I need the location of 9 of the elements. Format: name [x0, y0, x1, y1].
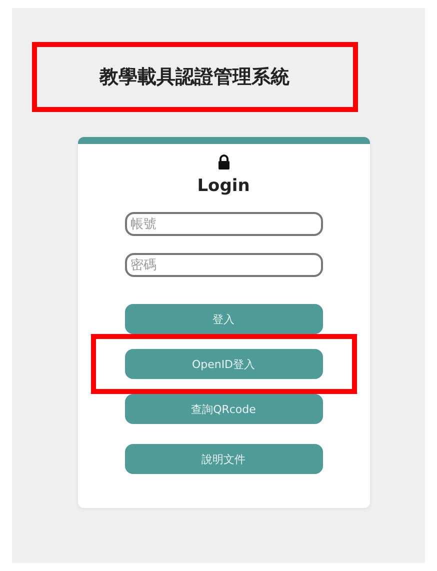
input-field[interactable]: 密碼	[124, 253, 322, 277]
action-button[interactable]: 登入	[124, 304, 322, 334]
lock-icon	[216, 154, 230, 170]
action-button[interactable]: 說明文件	[124, 444, 322, 474]
input-field[interactable]: 帳號	[124, 212, 322, 236]
action-button[interactable]: 查詢QRcode	[124, 394, 322, 424]
action-button[interactable]: OpenID登入	[124, 349, 322, 379]
login-heading: Login	[197, 176, 250, 196]
app-title: 教學載具認證管理系統	[100, 65, 290, 90]
